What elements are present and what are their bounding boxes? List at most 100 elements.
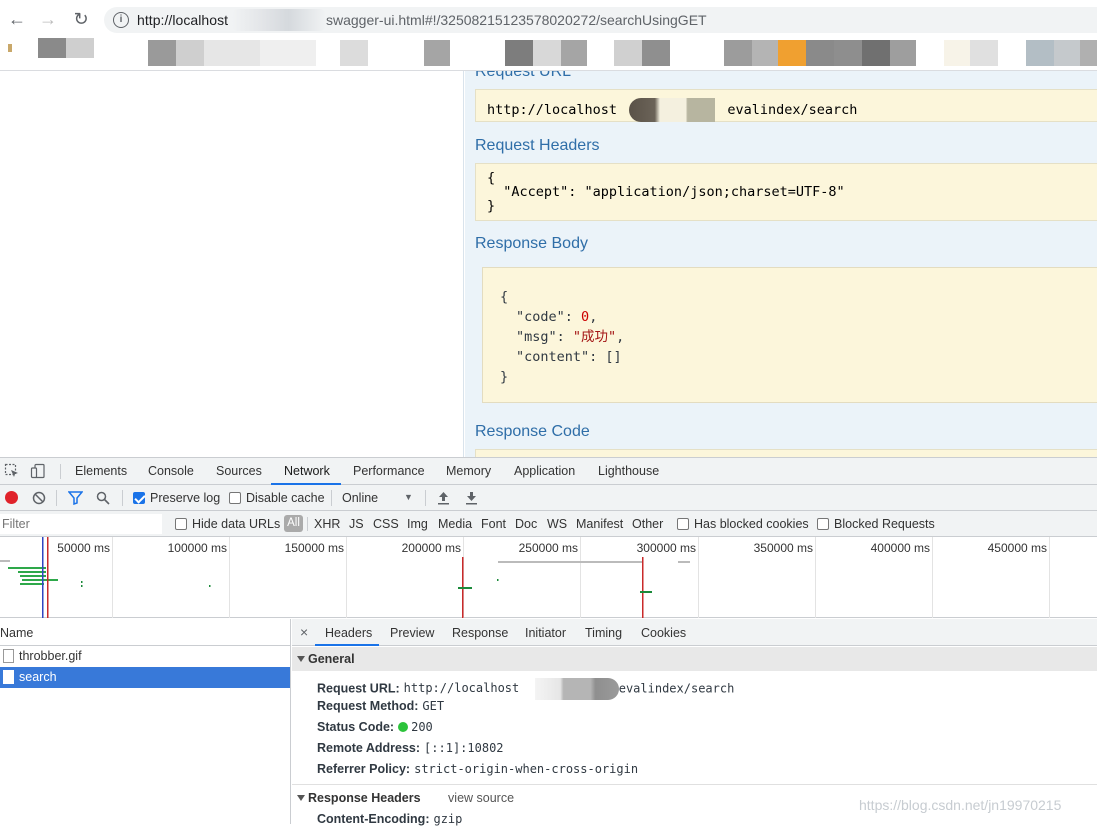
clear-icon[interactable] [32,491,46,505]
tab-cookies[interactable]: Cookies [641,626,686,640]
disable-cache-checkbox[interactable]: Disable cache [229,491,325,505]
status-ok-icon [398,722,409,732]
details-tabbar: × Headers Preview Response Initiator Tim… [292,619,1097,646]
body-msg-value: "成功" [572,329,617,345]
record-icon[interactable] [5,491,18,504]
filter-all-button[interactable]: All [284,515,303,532]
file-icon [3,649,14,663]
general-section-header[interactable]: General [292,647,1097,671]
hide-data-urls-checkbox[interactable]: Hide data URLs [175,517,280,531]
tab-lighthouse[interactable]: Lighthouse [598,464,659,478]
throttling-select[interactable]: Online [342,491,378,505]
body-open: { [500,289,509,305]
filter-media[interactable]: Media [438,517,472,531]
tab-initiator[interactable]: Initiator [525,626,566,640]
filter-icon[interactable] [68,491,83,505]
page-left-blank [0,71,464,457]
body-content-line: "content": [] [516,349,622,365]
general-request-method: Request Method: GET [317,699,445,713]
tab-memory[interactable]: Memory [446,464,491,478]
checkbox-checked-icon [133,492,145,504]
request-url-redacted [629,98,716,122]
request-url-box: http://localhost evalindex/search [475,89,1097,122]
tab-console[interactable]: Console [148,464,194,478]
response-code-box [475,449,1097,457]
tab-preview[interactable]: Preview [390,626,434,640]
response-body-title: Response Body [475,235,588,252]
preserve-log-checkbox[interactable]: Preserve log [133,491,220,505]
general-referrer-policy: Referrer Policy: strict-origin-when-cross… [317,762,639,776]
request-url-title: Request URL [475,71,572,80]
bookmarks-bar-redacted [0,38,1097,71]
request-details: × Headers Preview Response Initiator Tim… [292,619,1097,826]
tab-response[interactable]: Response [452,626,508,640]
blocked-requests-checkbox[interactable]: Blocked Requests [817,517,935,531]
active-detail-tab-indicator [315,644,379,646]
response-body-box: { "code": 0, "msg": "成功", "content": [] … [482,267,1097,403]
tab-network[interactable]: Network [284,464,330,478]
url-start: http://localhost [137,12,229,28]
checkbox-unchecked-icon [229,492,241,504]
expand-triangle-icon [297,795,305,801]
tab-timing[interactable]: Timing [585,626,622,640]
filter-css[interactable]: CSS [373,517,399,531]
network-toolbar: Preserve log Disable cache Online ▼ [0,485,1097,511]
filter-xhr[interactable]: XHR [314,517,340,531]
file-icon [3,670,14,684]
general-remote-address: Remote Address: [::1]:10802 [317,741,504,755]
dropdown-arrow-icon: ▼ [404,492,413,502]
name-column-header[interactable]: Name [0,619,290,646]
search-icon[interactable] [96,491,110,505]
forward-icon[interactable]: → [38,9,58,29]
inspect-element-icon[interactable] [4,463,20,479]
request-url-end: evalindex/search [727,102,858,118]
filter-img[interactable]: Img [407,517,428,531]
reload-icon[interactable]: ↻ [71,9,91,29]
filter-ws[interactable]: WS [547,517,567,531]
tab-headers[interactable]: Headers [325,626,372,640]
back-icon[interactable]: ← [7,9,27,29]
export-har-icon[interactable] [465,491,478,505]
close-icon[interactable]: × [300,624,308,640]
headers-line-close: } [487,198,496,214]
headers-line-open: { [487,170,496,186]
filter-manifest[interactable]: Manifest [576,517,623,531]
swagger-page: Request URL http://localhost evalindex/s… [0,71,1097,457]
site-info-icon[interactable]: i [113,12,129,28]
filter-input[interactable] [0,514,162,534]
watermark: https://blog.csdn.net/jn19970215 [859,797,1062,813]
body-code-line: "code": 0, [516,309,598,325]
tab-sources[interactable]: Sources [216,464,262,478]
address-bar[interactable]: i http://localhost swagger-ui.html#!/325… [104,7,1097,33]
devtools-tabbar: Elements Console Sources Network Perform… [0,458,1097,485]
try-it-out-results: Request URL http://localhost evalindex/s… [465,71,1097,457]
tab-elements[interactable]: Elements [75,464,127,478]
content-encoding-header: Content-Encoding: gzip [317,812,463,826]
checkbox-unchecked-icon [175,518,187,530]
timeline-bars [0,537,690,618]
request-url-redacted [534,678,619,700]
filter-js[interactable]: JS [349,517,364,531]
expand-triangle-icon [297,656,305,662]
url-redacted [232,9,326,31]
filter-doc[interactable]: Doc [515,517,537,531]
network-overview-timeline[interactable]: 50000 ms 100000 ms 150000 ms 200000 ms 2… [0,537,1097,618]
body-msg-line: "msg": "成功", [516,329,625,345]
request-headers-box: { "Accept": "application/json;charset=UT… [475,163,1097,221]
request-headers-title: Request Headers [475,137,600,154]
has-blocked-cookies-checkbox[interactable]: Has blocked cookies [677,517,809,531]
response-code-title: Response Code [475,423,590,440]
import-har-icon[interactable] [437,491,450,505]
filter-font[interactable]: Font [481,517,506,531]
devtools-panel: Elements Console Sources Network Perform… [0,457,1097,826]
device-toolbar-icon[interactable] [30,463,46,479]
request-row-throbber[interactable]: throbber.gif [0,646,290,667]
url-end: swagger-ui.html#!/3250821512357802027​2/… [326,12,707,28]
request-row-search[interactable]: search [0,667,290,688]
general-request-url: Request URL: http://localhost evalindex/s… [317,678,734,700]
tab-performance[interactable]: Performance [353,464,425,478]
filter-other[interactable]: Other [632,517,663,531]
body-close: } [500,369,509,385]
tab-application[interactable]: Application [514,464,575,478]
view-source-link[interactable]: view source [448,791,514,805]
